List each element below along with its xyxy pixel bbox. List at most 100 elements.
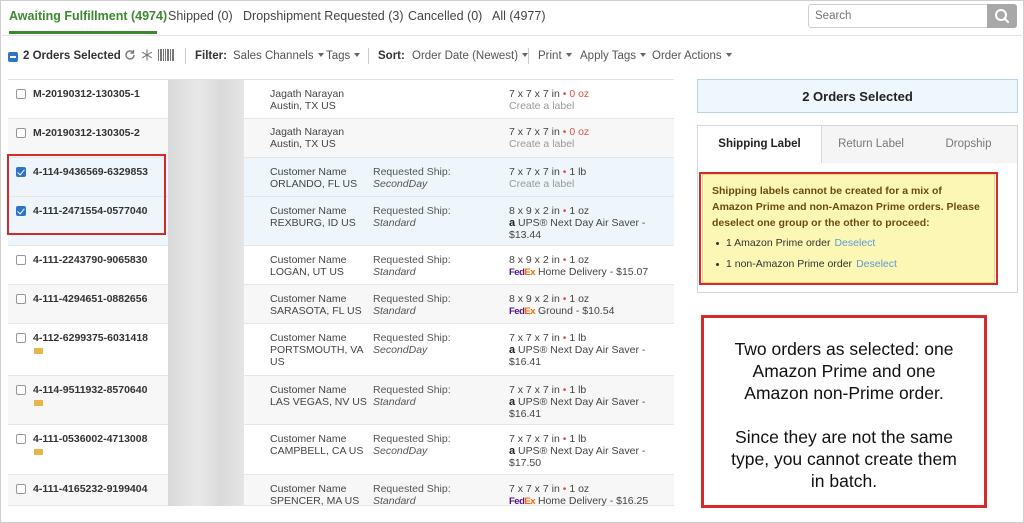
customer-location: SPENCER, MA US bbox=[270, 495, 360, 507]
package-dims: 8 x 9 x 2 in bbox=[509, 293, 560, 305]
tags-dropdown[interactable]: Tags bbox=[326, 50, 361, 62]
package-dims: 7 x 7 x 7 in bbox=[509, 166, 560, 178]
table-row[interactable]: 4-111-0536002-4713008 Customer Name CAMPB… bbox=[8, 425, 674, 475]
tab-dropshipment-requested[interactable]: Dropshipment Requested (3) bbox=[243, 9, 404, 23]
customer-info: Customer Name REXBURG, ID US bbox=[270, 205, 368, 229]
tab-shipped[interactable]: Shipped (0) bbox=[168, 9, 233, 23]
shipping-price: $16.41 bbox=[509, 408, 542, 420]
annotation-text-1: Two orders as selected: one Amazon Prime… bbox=[734, 339, 954, 403]
toolbar-divider bbox=[368, 48, 369, 64]
customer-info: Jagath Narayan Austin, TX US bbox=[270, 88, 368, 112]
table-row[interactable]: 4-112-6299375-6031418 Customer Name PORTS… bbox=[8, 324, 674, 376]
tab-shipping-label[interactable]: Shipping Label bbox=[698, 126, 822, 163]
order-id[interactable]: M-20190312-130305-2 bbox=[33, 127, 140, 139]
order-id[interactable]: 4-114-9511932-8570640 bbox=[33, 384, 147, 396]
shipping-info: 7 x 7 x 7 in • 0 oz Create a label bbox=[509, 88, 659, 112]
shipping-info: 7 x 7 x 7 in • 1 lb a UPS® Next Day Air S… bbox=[509, 433, 659, 469]
tab-awaiting-fulfillment[interactable]: Awaiting Fulfillment (4974) bbox=[9, 9, 167, 23]
amazon-logo-icon: a bbox=[509, 396, 516, 408]
shipping-info: 8 x 9 x 2 in • 1 oz a UPS® Next Day Air S… bbox=[509, 205, 659, 241]
apply-tags-dropdown[interactable]: Apply Tags bbox=[580, 50, 647, 62]
table-row[interactable]: 4-114-9511932-8570640 Customer Name LAS V… bbox=[8, 376, 674, 425]
customer-location: CAMPBELL, CA US bbox=[270, 445, 364, 457]
requested-ship-label: Requested Ship: bbox=[373, 293, 451, 305]
requested-ship-label: Requested Ship: bbox=[373, 332, 451, 344]
order-id[interactable]: 4-112-6299375-6031418 bbox=[33, 332, 148, 344]
package-dims: 7 x 7 x 7 in bbox=[509, 88, 560, 100]
requested-ship: Requested Ship: Standard bbox=[373, 205, 451, 229]
customer-location: LAS VEGAS, NV US bbox=[270, 396, 367, 408]
chevron-down-icon bbox=[354, 53, 361, 57]
package-dims: 7 x 7 x 7 in bbox=[509, 332, 560, 344]
shipping-service: UPS® Next Day Air Saver - bbox=[518, 344, 646, 356]
customer-location: SARASOTA, FL US bbox=[270, 305, 362, 317]
chevron-down-icon bbox=[565, 53, 572, 57]
customer-info: Customer Name SARASOTA, FL US bbox=[270, 293, 368, 317]
search-input[interactable] bbox=[808, 4, 988, 28]
requested-ship: Requested Ship: SecondDay bbox=[373, 433, 451, 457]
table-row[interactable]: 4-111-2243790-9065830 Customer Name LOGAN… bbox=[8, 246, 674, 285]
refresh-icon[interactable] bbox=[124, 49, 136, 61]
row-checkbox[interactable] bbox=[16, 434, 26, 444]
table-row[interactable]: M-20190312-130305-2 Jagath Narayan Austin… bbox=[8, 119, 674, 158]
row-checkbox[interactable] bbox=[16, 128, 26, 138]
table-row[interactable]: M-20190312-130305-1 Jagath Narayan Austin… bbox=[8, 80, 674, 119]
shipping-info: 8 x 9 x 2 in • 1 oz FedEx Home Delivery -… bbox=[509, 254, 649, 278]
row-checkbox[interactable] bbox=[16, 333, 26, 343]
row-checkbox[interactable] bbox=[16, 89, 26, 99]
requested-ship-service: SecondDay bbox=[373, 344, 428, 356]
chevron-down-icon bbox=[640, 53, 647, 57]
requested-ship-label: Requested Ship: bbox=[373, 483, 451, 495]
apply-tags-label: Apply Tags bbox=[580, 50, 637, 62]
barcode-icon[interactable] bbox=[158, 49, 174, 61]
sales-channels-dropdown[interactable]: Sales Channels bbox=[233, 50, 324, 62]
create-label-link[interactable]: Create a label bbox=[509, 138, 659, 150]
snowflake-icon[interactable] bbox=[141, 49, 153, 61]
order-id[interactable]: M-20190312-130305-1 bbox=[33, 88, 140, 100]
shipping-price: $17.50 bbox=[509, 457, 542, 469]
package-weight: 0 oz bbox=[569, 126, 590, 138]
requested-ship-label: Requested Ship: bbox=[373, 166, 451, 178]
print-dropdown[interactable]: Print bbox=[538, 50, 572, 62]
package-weight: 1 lb bbox=[569, 433, 587, 445]
tab-cancelled[interactable]: Cancelled (0) bbox=[408, 9, 482, 23]
status-tabs: Awaiting Fulfillment (4974) Shipped (0) … bbox=[0, 0, 1024, 36]
order-id[interactable]: 4-111-0536002-4713008 bbox=[33, 433, 147, 445]
create-label-link[interactable]: Create a label bbox=[509, 178, 659, 190]
order-actions-dropdown[interactable]: Order Actions bbox=[652, 50, 732, 62]
customer-info: Customer Name LOGAN, UT US bbox=[270, 254, 368, 278]
row-checkbox[interactable] bbox=[16, 255, 26, 265]
requested-ship-service: Standard bbox=[373, 266, 416, 278]
tab-dropship[interactable]: Dropship bbox=[920, 126, 1017, 163]
select-all-checkbox[interactable] bbox=[8, 52, 18, 62]
sort-value: Order Date (Newest) bbox=[412, 50, 519, 62]
row-checkbox[interactable] bbox=[16, 294, 26, 304]
row-checkbox[interactable] bbox=[16, 484, 26, 494]
toolbar: 2 Orders Selected Filter: Sales Channels… bbox=[0, 40, 1024, 72]
customer-location: LOGAN, UT US bbox=[270, 266, 344, 278]
shipping-service: UPS® Next Day Air Saver - bbox=[518, 217, 646, 229]
annotation-callout: Two orders as selected: one Amazon Prime… bbox=[701, 315, 987, 508]
customer-location: Austin, TX US bbox=[270, 100, 336, 112]
shipping-service: Ground - $10.54 bbox=[537, 305, 615, 317]
package-weight: 1 lb bbox=[569, 332, 587, 344]
package-dims: 8 x 9 x 2 in bbox=[509, 254, 560, 266]
table-row[interactable]: 4-111-4165232-9199404 Customer Name SPENC… bbox=[8, 475, 674, 507]
requested-ship-label: Requested Ship: bbox=[373, 254, 451, 266]
shipping-info: 8 x 9 x 2 in • 1 oz FedEx Ground - $10.54 bbox=[509, 293, 615, 317]
order-id[interactable]: 4-111-4165232-9199404 bbox=[33, 483, 147, 495]
tab-return-label[interactable]: Return Label bbox=[822, 126, 920, 163]
sort-dropdown[interactable]: Order Date (Newest) bbox=[412, 50, 529, 62]
tab-all[interactable]: All (4977) bbox=[492, 9, 546, 23]
row-checkbox[interactable] bbox=[16, 385, 26, 395]
search-button[interactable] bbox=[987, 4, 1017, 28]
requested-ship-service: Standard bbox=[373, 396, 416, 408]
package-dims: 7 x 7 x 7 in bbox=[509, 126, 560, 138]
shipping-info: 7 x 7 x 7 in • 1 lb a UPS® Next Day Air S… bbox=[509, 332, 659, 368]
table-row[interactable]: 4-111-4294651-0882656 Customer Name SARAS… bbox=[8, 285, 674, 324]
order-actions-label: Order Actions bbox=[652, 50, 722, 62]
order-id[interactable]: 4-111-4294651-0882656 bbox=[33, 293, 147, 305]
order-id[interactable]: 4-111-2243790-9065830 bbox=[33, 254, 147, 266]
fedex-logo-icon: FedEx bbox=[509, 306, 536, 317]
create-label-link[interactable]: Create a label bbox=[509, 100, 659, 112]
